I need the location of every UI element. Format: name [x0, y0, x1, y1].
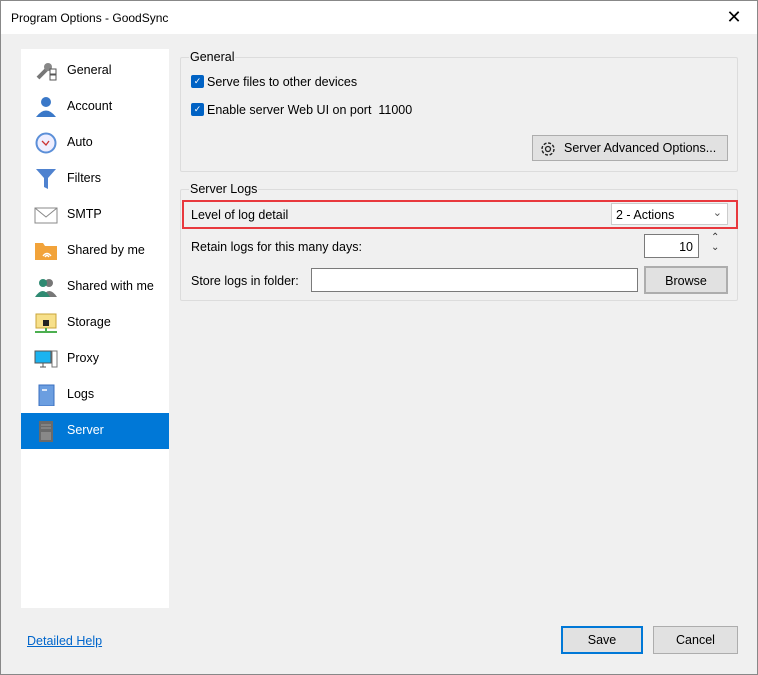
- sidebar-item-auto[interactable]: Auto: [21, 125, 169, 161]
- envelope-icon: [34, 207, 58, 224]
- sidebar: General Account Auto Filters SMTP Shared by m…: [21, 49, 169, 608]
- cancel-button[interactable]: Cancel: [653, 626, 738, 654]
- sidebar-item-label: Shared with me: [67, 279, 154, 293]
- sidebar-item-general[interactable]: General: [21, 53, 169, 89]
- spin-down-icon[interactable]: ⌄: [711, 242, 719, 253]
- server-logs-group-title: Server Logs: [189, 182, 259, 196]
- wrench-checklist-icon: [36, 63, 57, 81]
- retain-days-label: Retain logs for this many days:: [191, 240, 362, 254]
- retain-days-input[interactable]: 10: [644, 234, 699, 258]
- sidebar-item-shared-by-me[interactable]: Shared by me: [21, 233, 169, 269]
- funnel-icon: [36, 169, 56, 189]
- clock-icon: [35, 132, 57, 154]
- sidebar-item-label: Logs: [67, 387, 95, 401]
- retain-days-value: 10: [679, 240, 693, 254]
- sidebar-item-label: Auto: [67, 135, 93, 149]
- sidebar-item-proxy[interactable]: Proxy: [21, 341, 169, 377]
- program-options-window: Program Options - GoodSync ✕ General Acco…: [0, 0, 758, 675]
- close-button[interactable]: ✕: [711, 1, 757, 34]
- log-level-dropdown[interactable]: 2 - Actions ⌄: [611, 203, 728, 225]
- server-advanced-options-label: Server Advanced Options...: [564, 141, 717, 155]
- sidebar-item-label: Proxy: [67, 351, 99, 365]
- sidebar-item-filters[interactable]: Filters: [21, 161, 169, 197]
- server-icon: [39, 421, 53, 442]
- user-icon: [36, 97, 56, 117]
- server-advanced-options-button[interactable]: Server Advanced Options...: [532, 135, 728, 161]
- sidebar-item-logs[interactable]: Logs: [21, 377, 169, 413]
- storage-lock-icon: [35, 313, 57, 333]
- web-ui-label: Enable server Web UI on port 11000: [207, 103, 413, 117]
- serve-files-checkbox[interactable]: ✓: [191, 75, 204, 88]
- sidebar-item-shared-with-me[interactable]: Shared with me: [21, 269, 169, 305]
- sidebar-item-label: Shared by me: [67, 243, 145, 257]
- title-bar: Program Options - GoodSync ✕: [1, 1, 757, 34]
- sidebar-item-label: SMTP: [67, 207, 102, 221]
- sidebar-item-account[interactable]: Account: [21, 89, 169, 125]
- sidebar-item-storage[interactable]: Storage: [21, 305, 169, 341]
- browse-button[interactable]: Browse: [644, 266, 728, 294]
- save-button[interactable]: Save: [561, 626, 643, 654]
- sidebar-item-label: General: [67, 63, 112, 77]
- web-ui-checkbox[interactable]: ✓: [191, 103, 204, 116]
- sidebar-item-label: Storage: [67, 315, 111, 329]
- general-group: General ✓ Serve files to other devices ✓…: [180, 50, 738, 172]
- detailed-help-link[interactable]: Detailed Help: [27, 634, 102, 648]
- sidebar-item-server[interactable]: Server: [21, 413, 169, 449]
- log-level-label: Level of log detail: [191, 208, 289, 222]
- serve-files-label: Serve files to other devices: [207, 75, 358, 89]
- sidebar-item-label: Account: [67, 99, 113, 113]
- sidebar-item-smtp[interactable]: SMTP: [21, 197, 169, 233]
- chevron-down-icon: ⌄: [712, 207, 722, 219]
- log-folder-label: Store logs in folder:: [191, 274, 299, 288]
- computer-icon: [34, 350, 58, 368]
- general-group-title: General: [189, 50, 236, 64]
- sidebar-item-label: Server: [67, 423, 104, 437]
- shared-folder-icon: [35, 243, 57, 260]
- server-logs-group: Server Logs Level of log detail 2 - Acti…: [180, 182, 738, 301]
- users-icon: [35, 279, 57, 297]
- log-book-icon: [38, 384, 55, 406]
- sidebar-item-label: Filters: [67, 171, 102, 185]
- gear-icon: [541, 142, 555, 156]
- window-title: Program Options - GoodSync: [11, 11, 169, 25]
- log-folder-input[interactable]: [311, 268, 638, 292]
- log-level-value: 2 - Actions: [616, 208, 675, 222]
